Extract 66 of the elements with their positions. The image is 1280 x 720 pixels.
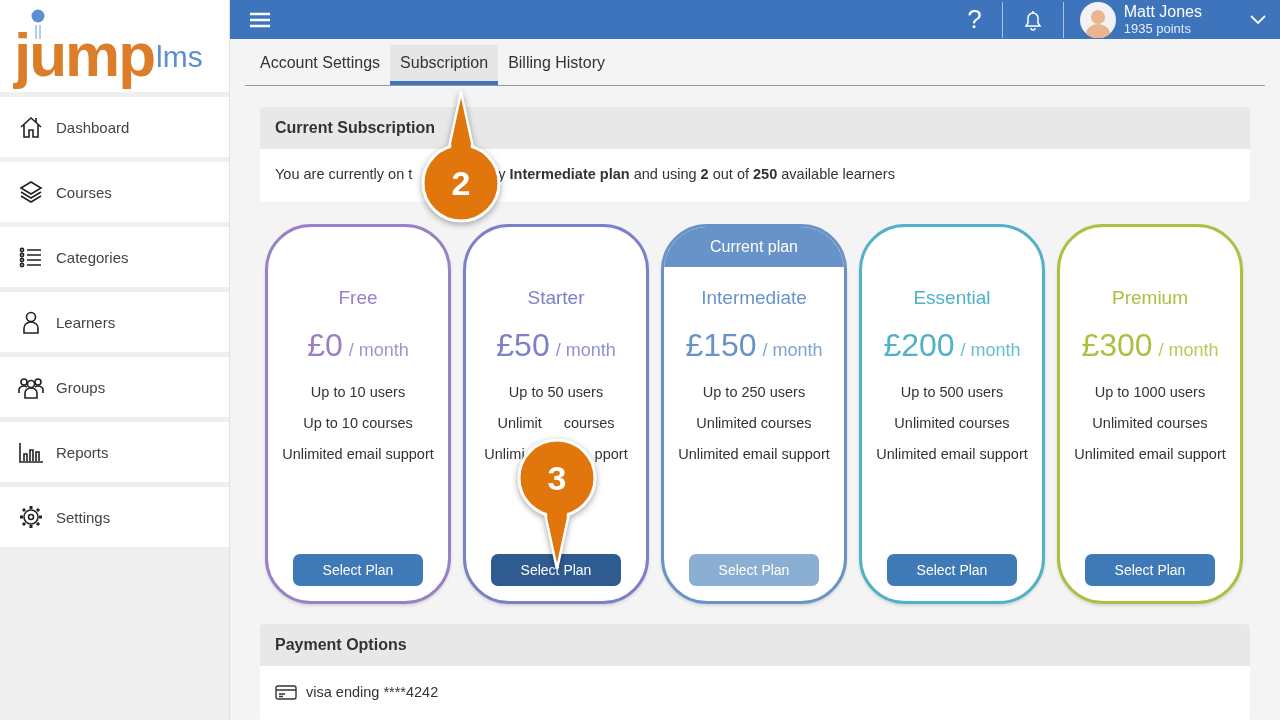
help-button[interactable]: ?: [947, 4, 1002, 35]
plan-feature: Unlimited courses: [894, 415, 1010, 432]
tab[interactable]: Billing History: [498, 45, 616, 85]
chevron-down-icon: [1250, 14, 1266, 25]
sidebar-item[interactable]: Dashboard: [0, 97, 229, 157]
plan-price: £200: [883, 327, 955, 364]
sidebar-item[interactable]: Groups: [0, 357, 229, 417]
credit-card-icon: [275, 684, 297, 700]
logo: jumplms: [0, 0, 229, 92]
plan-feature: Up to 500 users: [900, 384, 1004, 401]
price-period: / month: [1158, 340, 1219, 361]
user-points: 1935 points: [1123, 21, 1192, 36]
plan-feature: Unlimited courses: [1092, 415, 1208, 432]
card-text: visa ending ****4242: [306, 684, 439, 700]
plan-price: £150: [685, 327, 757, 364]
bell-icon: [1022, 8, 1043, 31]
settings-icon: [18, 504, 44, 530]
sidebar-item[interactable]: Reports: [0, 422, 229, 482]
sidebar-item[interactable]: Learners: [0, 292, 229, 352]
subscription-text: y Intermediate plan and using 2 out of 250 available learners: [498, 166, 895, 182]
plan-feature: Unlimited email support: [678, 446, 830, 463]
select-plan-button[interactable]: Select Plan: [293, 554, 423, 586]
plan-feature: Unlimited email support: [876, 446, 1028, 463]
plan-feature: Up to 1000 users: [1094, 384, 1206, 401]
plan-feature: Up to 10 courses: [303, 415, 413, 432]
plan-feature: Up to 10 users: [310, 384, 406, 401]
plan-feature: Up to 50 users: [508, 384, 604, 401]
plan-feature: Unlimit: [497, 415, 542, 432]
plan-feature: Unlimited email support: [1074, 446, 1226, 463]
account-menu-button[interactable]: [1250, 14, 1266, 25]
plan-feature: Up to 250 users: [702, 384, 806, 401]
plan-feature: Unlimited courses: [696, 415, 812, 432]
price-period: / month: [960, 340, 1021, 361]
tab[interactable]: Account Settings: [250, 45, 391, 85]
menu-icon: [250, 11, 270, 28]
sidebar-item[interactable]: Settings: [0, 487, 229, 547]
menu-button[interactable]: [250, 11, 270, 28]
plan-feature: Unlimited email support: [282, 446, 434, 463]
plan-name: Free: [338, 287, 378, 309]
sidebar-item[interactable]: Courses: [0, 162, 229, 222]
home-icon: [18, 114, 44, 140]
subscription-text: You are currently on t: [275, 166, 413, 182]
plan-price: £50: [496, 327, 550, 364]
plan-name: Starter: [527, 287, 585, 309]
current-plan-banner: Current plan: [664, 227, 844, 267]
sidebar-item[interactable]: Categories: [0, 227, 229, 287]
price-period: / month: [348, 340, 409, 361]
plan-name: Essential: [913, 287, 991, 309]
stack-icon: [18, 179, 44, 205]
plan-feature: courses: [563, 415, 615, 432]
tab[interactable]: Subscription: [390, 45, 499, 85]
select-plan-button[interactable]: Select Plan: [1085, 554, 1215, 586]
price-period: / month: [555, 340, 616, 361]
price-period: / month: [762, 340, 823, 361]
panel-title: Current Subscription: [260, 107, 1250, 149]
plan-price: £0: [307, 327, 343, 364]
select-plan-button[interactable]: Select Plan: [887, 554, 1017, 586]
plan-name: Intermediate: [701, 287, 807, 309]
plan-name: Premium: [1112, 287, 1188, 309]
plan-feature: Unlimi: [484, 446, 525, 463]
avatar: [1079, 1, 1116, 38]
select-plan-button[interactable]: Select Plan: [491, 554, 621, 586]
panel-title: Payment Options: [260, 624, 1250, 666]
plan-price: £300: [1081, 327, 1153, 364]
user-name: Matt Jones: [1123, 3, 1202, 21]
plan-feature: pport: [594, 446, 628, 463]
